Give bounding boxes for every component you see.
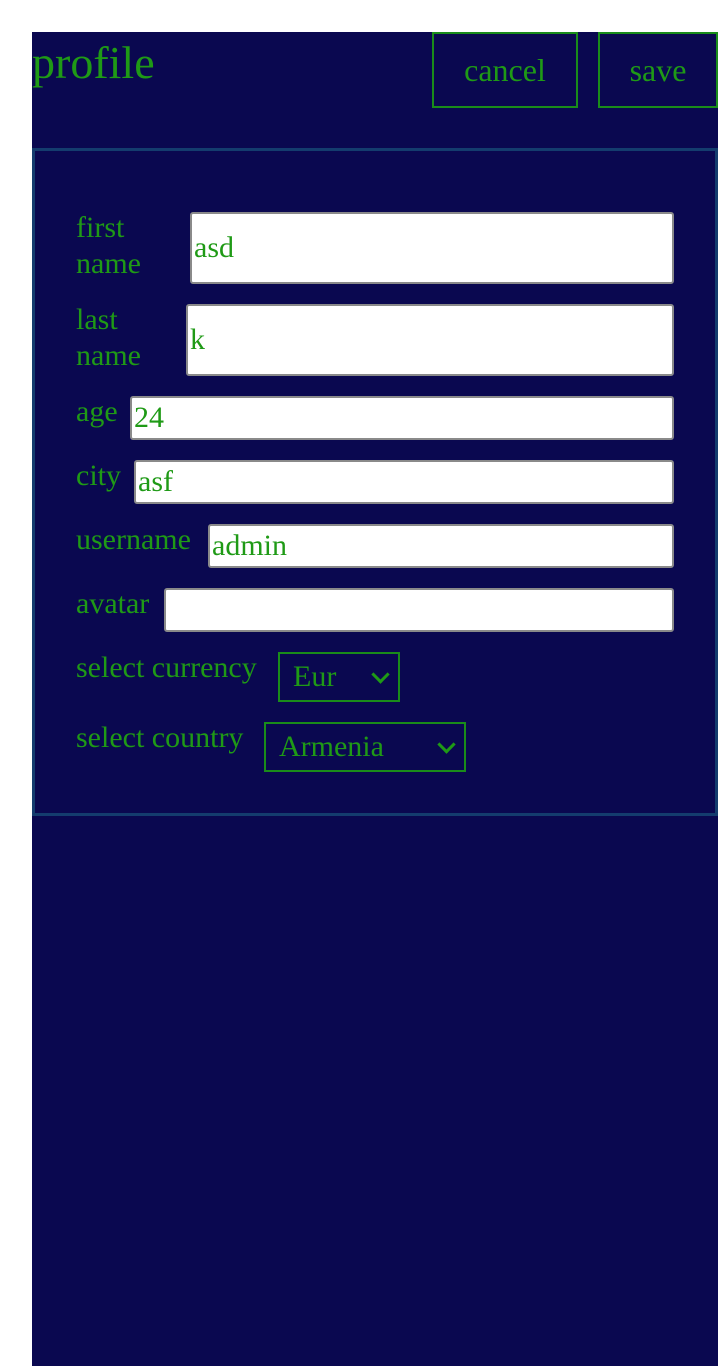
age-field[interactable] [130, 396, 674, 440]
username-label: username [76, 523, 191, 556]
country-label: select country [76, 721, 244, 754]
avatar-label: avatar [76, 587, 150, 620]
save-button[interactable]: save [598, 32, 718, 108]
page-title: profile [32, 37, 155, 88]
profile-screen: profile cancel save first name last name… [32, 32, 718, 1366]
chevron-down-icon [437, 735, 456, 754]
age-label: age [76, 395, 118, 428]
profile-form: first name last name age city username a… [32, 148, 718, 816]
currency-label: select currency [76, 651, 257, 684]
country-select[interactable]: Armenia [264, 722, 466, 772]
last-name-field[interactable] [186, 304, 674, 376]
currency-select[interactable]: Eur [278, 652, 400, 702]
city-field[interactable] [134, 460, 674, 504]
city-label: city [76, 459, 121, 492]
username-field[interactable] [208, 524, 674, 568]
avatar-field[interactable] [164, 588, 674, 632]
last-name-label: last name [76, 303, 141, 372]
first-name-field[interactable] [190, 212, 674, 284]
currency-select-value: Eur [293, 660, 337, 693]
cancel-button[interactable]: cancel [432, 32, 578, 108]
first-name-label: first name [76, 211, 141, 280]
chevron-down-icon [371, 665, 390, 684]
country-select-value: Armenia [279, 730, 384, 763]
